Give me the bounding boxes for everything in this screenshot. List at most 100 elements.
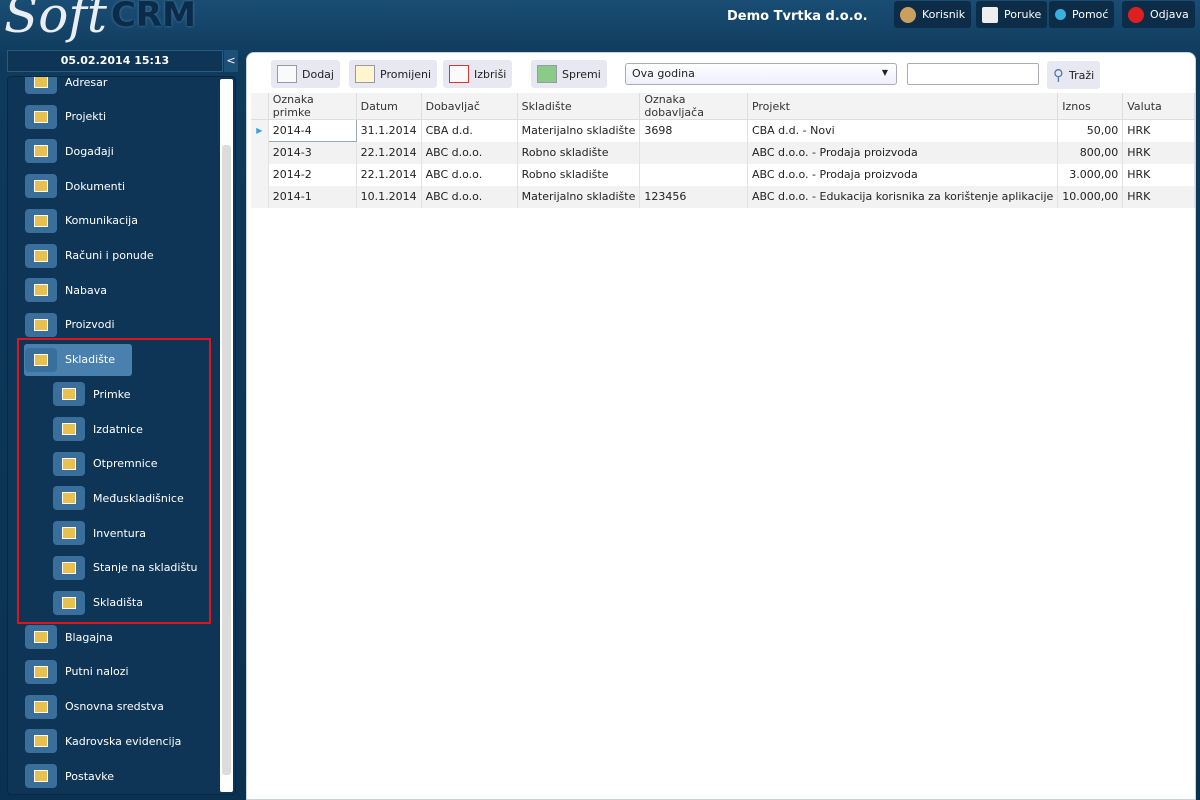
search-button[interactable]: ⚲ Traži: [1047, 61, 1101, 89]
table-cell[interactable]: 10.1.2014: [356, 185, 422, 208]
add-icon: [277, 65, 297, 83]
chevron-down-icon: ▼: [881, 68, 888, 77]
table-row[interactable]: 2014-3 22.1.2014 ABC d.o.o. Robno skladište…: [251, 141, 1195, 164]
menu-label: Računi i ponude: [65, 249, 154, 262]
column-header[interactable]: Valuta: [1122, 93, 1195, 120]
table-cell[interactable]: 22.1.2014: [356, 141, 422, 164]
sidebar-item[interactable]: Projekti: [25, 104, 106, 129]
table-cell[interactable]: ABC d.o.o. - Prodaja proizvoda: [747, 163, 1059, 186]
table-cell[interactable]: 2014-1: [268, 185, 357, 208]
table-cell[interactable]: HRK: [1122, 163, 1195, 186]
sidebar-item[interactable]: Osnovna sredstva: [25, 694, 164, 719]
edit-button[interactable]: Promijeni: [349, 60, 438, 88]
sidebar-item[interactable]: Događaji: [25, 139, 114, 164]
menu-icon: [25, 625, 57, 650]
table-cell[interactable]: 800,00: [1057, 141, 1124, 164]
column-header[interactable]: Dobavljač: [421, 93, 518, 120]
module-icon: [34, 631, 48, 644]
submenu-item[interactable]: Izdatnice: [53, 417, 143, 441]
messages-button[interactable]: Poruke: [976, 1, 1048, 28]
sidebar-item[interactable]: Skladište: [25, 347, 115, 372]
table-cell[interactable]: HRK: [1122, 119, 1195, 142]
table-cell[interactable]: [639, 141, 748, 164]
column-header[interactable]: Oznaka primke: [268, 93, 357, 120]
table-cell[interactable]: ABC d.o.o. - Prodaja proizvoda: [747, 141, 1059, 164]
sidebar-item[interactable]: Nabava: [25, 278, 107, 303]
table-cell[interactable]: CBA d.d.: [421, 119, 518, 142]
sidebar-item[interactable]: Blagajna: [25, 625, 113, 650]
table-cell[interactable]: 3.000,00: [1057, 163, 1124, 186]
sidebar-item[interactable]: Proizvodi: [25, 312, 115, 337]
table-cell[interactable]: ABC d.o.o.: [421, 163, 518, 186]
menu-label: Putni nalozi: [65, 665, 129, 679]
sidebar-item[interactable]: Računi i ponude: [25, 243, 154, 268]
collapse-sidebar-button[interactable]: <: [224, 50, 238, 72]
sidebar-item[interactable]: Komunikacija: [25, 208, 138, 233]
column-header[interactable]: Iznos: [1057, 93, 1124, 120]
menu-icon: [25, 139, 57, 164]
sidebar-item[interactable]: Kadrovska evidencija: [25, 729, 181, 754]
row-indicator[interactable]: [251, 185, 269, 208]
submenu-item[interactable]: Stanje na skladištu: [53, 555, 198, 580]
search-input[interactable]: [907, 63, 1039, 85]
submenu-item[interactable]: Skladišta: [53, 590, 143, 615]
table-row[interactable]: 2014-1 10.1.2014 ABC d.o.o. Materijalno skl…: [251, 185, 1195, 208]
column-header[interactable]: Skladište: [517, 93, 641, 120]
table-cell[interactable]: Robno skladište: [517, 163, 641, 186]
menu-icon: [25, 729, 57, 754]
table-cell[interactable]: Materijalno skladište: [517, 119, 641, 142]
add-button[interactable]: Dodaj: [271, 60, 340, 88]
logo-text-crm: CRM: [110, 0, 196, 35]
table-cell[interactable]: 2014-2: [268, 163, 357, 186]
user-button[interactable]: Korisnik: [894, 1, 972, 28]
power-icon: [1128, 6, 1144, 23]
sidebar-item[interactable]: Postavke: [25, 764, 114, 788]
table-cell[interactable]: Materijalno skladište: [517, 185, 641, 208]
save-button[interactable]: Spremi: [531, 60, 607, 88]
table-cell[interactable]: 123456: [639, 185, 748, 208]
table-cell[interactable]: ABC d.o.o.: [421, 141, 518, 164]
column-header[interactable]: Projekt: [747, 93, 1059, 120]
table-cell[interactable]: 22.1.2014: [356, 163, 422, 186]
highlight-box: [17, 338, 211, 624]
add-label: Dodaj: [302, 67, 334, 81]
help-button[interactable]: Pomoć: [1049, 1, 1115, 28]
table-row[interactable]: ▶ 2014-4 31.1.2014 CBA d.d. Materijalno skla…: [251, 119, 1195, 142]
table-row[interactable]: 2014-2 22.1.2014 ABC d.o.o. Robno skladište…: [251, 163, 1195, 186]
column-header[interactable]: Datum: [356, 93, 422, 120]
table-cell[interactable]: CBA d.d. - Novi: [747, 119, 1059, 142]
row-indicator[interactable]: [251, 141, 269, 164]
module-icon: [62, 457, 76, 470]
table-cell[interactable]: 3698: [639, 119, 748, 142]
sidebar-item[interactable]: Adresar: [25, 77, 107, 94]
table-cell[interactable]: HRK: [1122, 185, 1195, 208]
sidebar-scrollbar[interactable]: [220, 79, 233, 792]
submenu-item[interactable]: Međuskladišnice: [53, 486, 184, 511]
logout-button[interactable]: Odjava: [1122, 1, 1195, 28]
delete-button[interactable]: Izbriši: [443, 60, 513, 88]
menu-label: Skladište: [65, 353, 115, 367]
logout-label: Odjava: [1150, 8, 1189, 21]
table-cell[interactable]: 31.1.2014: [356, 119, 422, 142]
user-icon: [900, 6, 916, 23]
sidebar-item[interactable]: Putni nalozi: [25, 659, 129, 684]
table-cell[interactable]: ABC d.o.o. - Edukacija korisnika za kori…: [747, 185, 1059, 208]
table-cell[interactable]: 50,00: [1057, 119, 1124, 142]
scrollbar-thumb[interactable]: [222, 145, 231, 775]
table-cell[interactable]: 2014-3: [268, 141, 357, 164]
sidebar-item[interactable]: Dokumenti: [25, 174, 125, 199]
submenu-item[interactable]: Primke: [53, 382, 130, 407]
period-select[interactable]: Ova godina ▼: [625, 63, 897, 85]
table-cell[interactable]: HRK: [1122, 141, 1195, 164]
submenu-item[interactable]: Otpremnice: [53, 451, 158, 476]
submenu-item[interactable]: Inventura: [53, 521, 146, 546]
table-cell[interactable]: [639, 163, 748, 186]
table-cell[interactable]: 2014-4: [267, 119, 357, 142]
table-cell[interactable]: 10.000,00: [1057, 185, 1124, 208]
row-indicator[interactable]: ▶: [251, 119, 269, 142]
table-cell[interactable]: ABC d.o.o.: [421, 185, 518, 208]
table-cell[interactable]: Robno skladište: [517, 141, 641, 164]
module-icon: [62, 527, 76, 540]
row-indicator[interactable]: [251, 163, 269, 186]
column-header[interactable]: Oznaka dobavljača: [639, 93, 748, 120]
